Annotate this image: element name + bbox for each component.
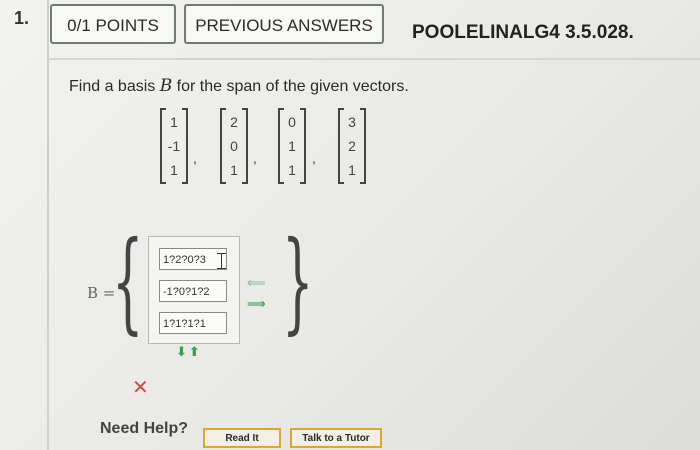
vector-entry: 0: [288, 114, 296, 130]
vector-entry: 2: [230, 114, 238, 130]
vector-entry: 1: [288, 138, 296, 154]
need-help-label: Need Help?: [100, 420, 189, 437]
separator-comma: ,: [312, 150, 316, 166]
left-divider: [47, 0, 49, 450]
vector-entry: 2: [348, 138, 356, 154]
previous-answers-button[interactable]: PREVIOUS ANSWERS: [184, 4, 384, 44]
question-prompt: Find a basis B for the span of the given…: [69, 76, 409, 96]
vector-entry: 1: [288, 162, 296, 178]
separator-comma: ,: [193, 150, 197, 166]
prompt-text-end: for the span of the given vectors.: [172, 78, 409, 95]
vector-entry: -1: [167, 138, 181, 154]
question-header: 1. 0/1 POINTS PREVIOUS ANSWERS POOLELINA…: [0, 0, 700, 58]
vector-4: 3 2 1: [338, 108, 366, 184]
move-left-arrow-icon[interactable]: ⟸: [247, 275, 266, 291]
vector-1: 1 -1 1: [160, 108, 188, 184]
separator-comma: ,: [253, 150, 257, 166]
read-it-button[interactable]: Read It: [203, 428, 281, 448]
vector-entry: 1: [348, 162, 356, 178]
question-id: POOLELINALG4 3.5.028.: [412, 22, 634, 43]
reorder-arrows-icon[interactable]: ⬇⬆: [176, 344, 202, 360]
vector-entry: 1: [170, 162, 178, 178]
close-brace: }: [282, 217, 314, 345]
answer-list: 1?2?0?3 -1?0?1?2 1?1?1?1: [148, 236, 240, 344]
vector-2: 2 0 1: [220, 108, 248, 184]
prompt-text-start: Find a basis: [69, 78, 160, 95]
vector-3: 0 1 1: [278, 108, 306, 184]
answer-entry-3[interactable]: 1?1?1?1: [159, 312, 227, 334]
open-brace: {: [112, 217, 144, 345]
answer-entry-1[interactable]: 1?2?0?3: [159, 248, 227, 270]
vector-entry: 1: [230, 162, 238, 178]
vector-entry: 3: [348, 114, 356, 130]
talk-to-tutor-button[interactable]: Talk to a Tutor: [290, 428, 382, 448]
answer-entry-2[interactable]: -1?0?1?2: [159, 280, 227, 302]
question-number: 1.: [14, 8, 30, 28]
vector-entry: 0: [230, 138, 238, 154]
header-divider: [47, 58, 700, 60]
points-badge: 0/1 POINTS: [50, 4, 176, 44]
basis-symbol: B: [159, 76, 173, 96]
vector-entry: 1: [170, 114, 178, 130]
text-cursor-icon: [217, 253, 226, 269]
incorrect-icon: ✕: [132, 377, 149, 399]
answer-entry-text: 1?2?0?3: [163, 254, 206, 266]
move-right-arrow-icon[interactable]: ⟹: [247, 296, 266, 312]
